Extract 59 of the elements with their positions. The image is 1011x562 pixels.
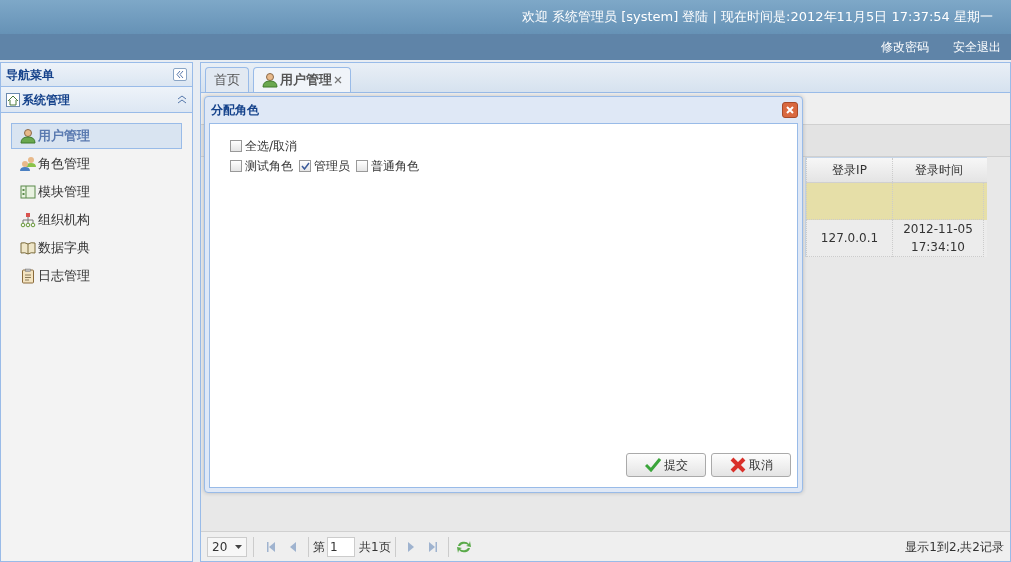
table-row[interactable]: 127.0.0.1 2012-11-05 17:34:10 (806, 220, 987, 257)
tab[interactable]: 首页 (205, 67, 249, 92)
welcome-text: 欢迎 系统管理员 [system] 登陆 | 现在时间是:2012年11月5日 17:37:54 星期一 (521, 8, 993, 27)
page-summary: 显示1到2,共2记录 (905, 538, 1004, 556)
checkbox[interactable] (299, 160, 311, 172)
checkbox-label: 普通角色 (371, 158, 419, 175)
next-page-icon (405, 540, 416, 553)
page-count: 共1页 (359, 538, 391, 556)
last-page-icon (427, 540, 438, 553)
menu-item[interactable]: 数据字典 (11, 235, 182, 261)
double-chevron-left-icon (176, 71, 184, 78)
checkbox[interactable] (230, 160, 242, 172)
tab[interactable]: 用户管理 (253, 67, 351, 92)
header-link[interactable]: 安全退出 (953, 38, 1001, 56)
cross-icon (729, 457, 746, 473)
previous-page-icon (288, 540, 298, 553)
refresh-icon (455, 539, 472, 554)
checkmark-icon (644, 458, 661, 472)
tab-label: 用户管理 (280, 71, 332, 90)
menu-item[interactable]: 日志管理 (11, 263, 182, 289)
caret-icon (235, 544, 242, 549)
dialog-title: 分配角色 (211, 102, 259, 119)
checkbox[interactable] (356, 160, 368, 172)
checkbox-label: 管理员 (314, 158, 350, 175)
section-title: 系统管理 (22, 91, 70, 109)
column-header[interactable]: 登录时间 (892, 158, 984, 182)
header-link[interactable]: 修改密码 (881, 38, 929, 56)
page-prefix: 第 (313, 538, 325, 556)
page-size-value: 20 (212, 538, 228, 556)
checkbox-label: 测试角色 (245, 158, 293, 175)
book-icon (20, 240, 36, 256)
check-icon (300, 162, 310, 170)
page-input[interactable]: 1 (327, 536, 355, 557)
checkbox[interactable] (230, 140, 242, 152)
hierarchy-icon (20, 212, 36, 228)
menu-item[interactable]: 组织机构 (11, 207, 182, 233)
menu-item[interactable]: 角色管理 (11, 151, 182, 177)
first-page-icon (266, 540, 276, 553)
layout-icon (20, 184, 36, 200)
checkbox-label: 全选/取消 (245, 138, 298, 155)
house-icon (6, 92, 20, 107)
collapse-button[interactable] (173, 68, 187, 81)
clipboard-icon (20, 268, 36, 284)
column-header[interactable]: 登录IP (806, 158, 892, 182)
accordion-header[interactable]: 系统管理 (1, 87, 192, 113)
table-cell-text: 2012-11-05 17:34:10 (902, 221, 974, 256)
close-icon (786, 106, 794, 114)
close-button[interactable] (782, 102, 798, 118)
tab-label: 首页 (214, 71, 240, 90)
person-icon (262, 72, 278, 88)
person-icon (20, 128, 36, 144)
page-size-select[interactable]: 20 (207, 536, 247, 557)
dialog-button[interactable]: 提交 (626, 453, 706, 477)
table-cell-text: 127.0.0.1 (820, 230, 879, 247)
close-icon[interactable] (334, 76, 342, 84)
sidebar-title: 导航菜单 (6, 66, 54, 84)
menu-item[interactable]: 模块管理 (11, 179, 182, 205)
people-icon (20, 156, 36, 172)
dialog-button[interactable]: 取消 (711, 453, 791, 477)
